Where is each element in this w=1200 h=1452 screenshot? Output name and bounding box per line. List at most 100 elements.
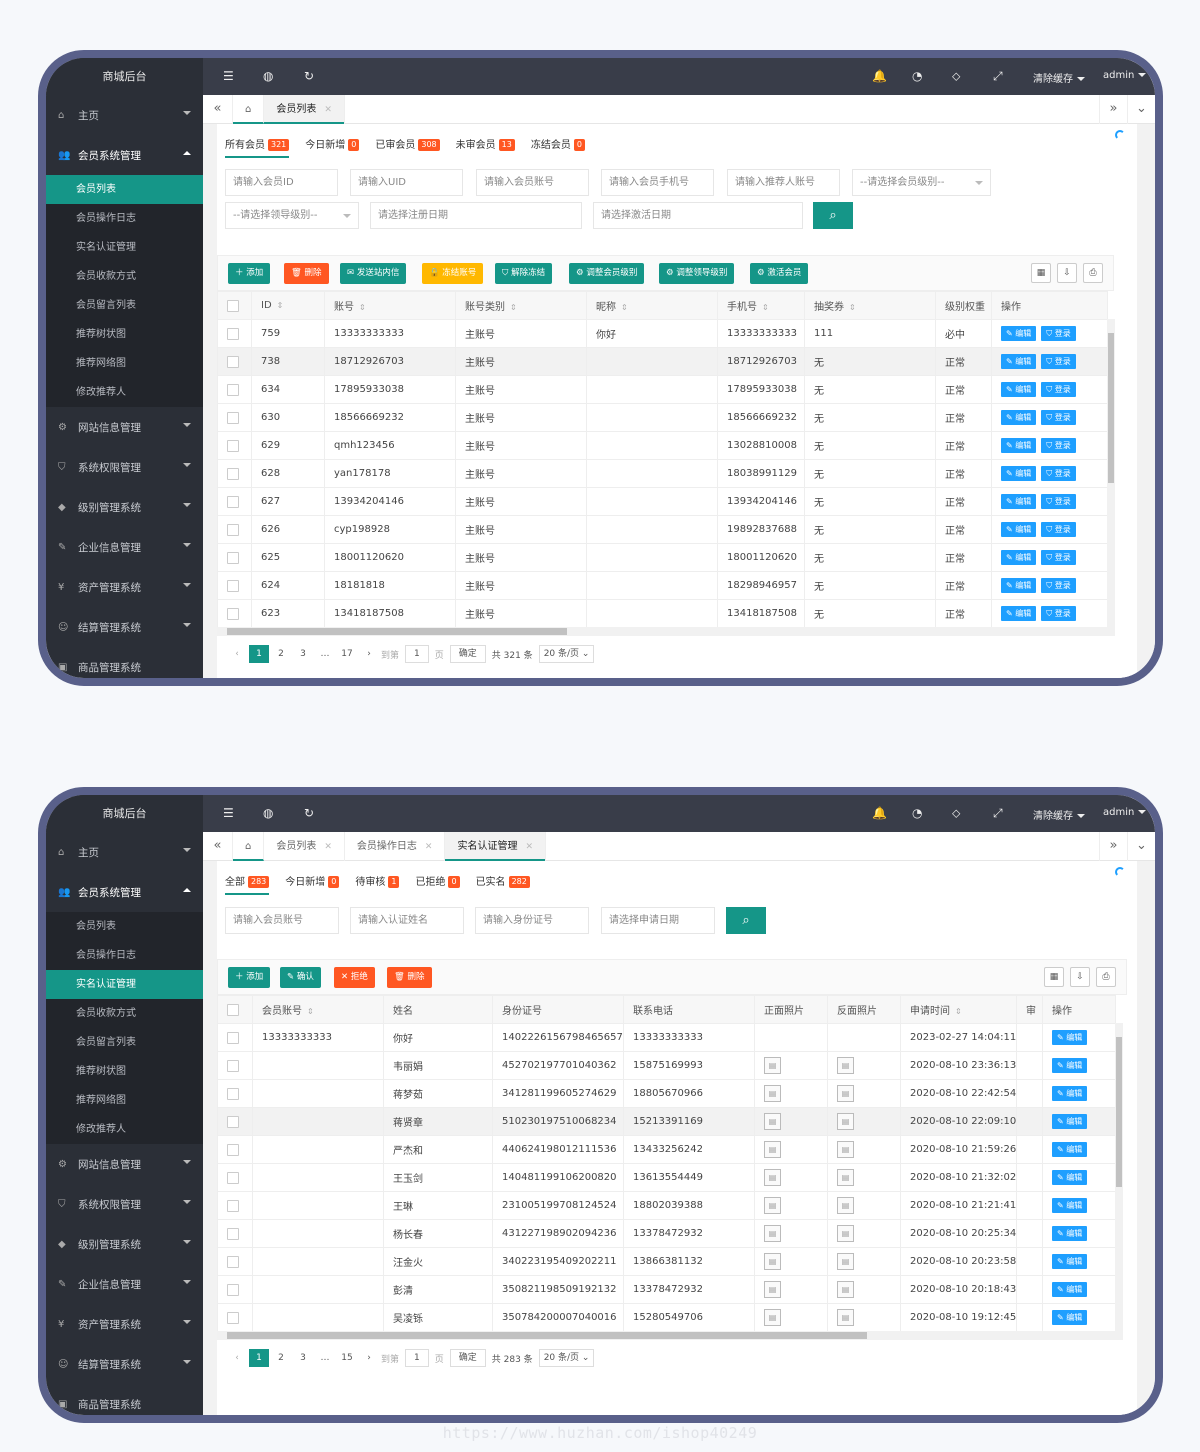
row-checkbox[interactable] bbox=[217, 1219, 253, 1248]
edit-button[interactable]: ✎ 编辑 bbox=[1001, 522, 1037, 537]
table-row[interactable]: 624 18181818 主账号 18298946957 无正常 ✎ 编辑 ⛉ 登录 bbox=[217, 571, 1108, 600]
sort-icon[interactable]: ⇕ bbox=[359, 303, 366, 312]
col-nickname[interactable]: 昵称 ⇕ bbox=[586, 291, 718, 320]
member-level-select[interactable]: --请选择会员级别-- bbox=[852, 169, 991, 196]
edit-button[interactable]: ✎ 编辑 bbox=[1001, 410, 1037, 425]
goto-confirm-button[interactable]: 确定 bbox=[449, 645, 486, 663]
tabs-menu-icon[interactable]: ⌄ bbox=[1127, 832, 1155, 861]
table-row[interactable]: 625 18001120620 主账号 18001120620 无正常 ✎ 编辑 ⛉ 登录 bbox=[217, 543, 1108, 572]
page-size-select[interactable]: 20 条/页 ⌄ bbox=[538, 1349, 595, 1367]
refresh-icon[interactable]: ↻ bbox=[304, 806, 314, 820]
stat-frozen[interactable]: 冻结会员 0 bbox=[531, 136, 585, 158]
globe-icon[interactable]: ◍ bbox=[263, 69, 273, 83]
image-placeholder-icon[interactable]: ▤ bbox=[837, 1113, 854, 1130]
scroll-thumb[interactable] bbox=[1116, 1037, 1122, 1187]
checkbox[interactable] bbox=[227, 1031, 239, 1044]
table-row[interactable]: 吴凌铄 350784200007040016 15280549706 ▤ ▤ 2020-0… bbox=[217, 1303, 1116, 1332]
image-placeholder-icon[interactable]: ▤ bbox=[764, 1281, 781, 1298]
checkbox[interactable] bbox=[227, 607, 239, 620]
submenu-messages[interactable]: 会员留言列表 bbox=[46, 291, 203, 320]
export-icon[interactable]: ⇩ bbox=[1057, 263, 1077, 283]
horizontal-scrollbar[interactable] bbox=[217, 1331, 1123, 1340]
add-button[interactable]: ＋ 添加 bbox=[228, 967, 271, 988]
menu-toggle-icon[interactable]: ☰ bbox=[223, 69, 234, 83]
menu-levels[interactable]: ◆ 级别管理系统 bbox=[46, 487, 203, 527]
edit-button[interactable]: ✎ 编辑 bbox=[1001, 326, 1037, 341]
submenu-payment[interactable]: 会员收款方式 bbox=[46, 262, 203, 291]
edit-button[interactable]: ✎ 编辑 bbox=[1052, 1058, 1088, 1073]
edit-button[interactable]: ✎ 编辑 bbox=[1001, 466, 1037, 481]
adjust-leader-level-button[interactable]: ⚙ 调整领导级别 bbox=[659, 263, 735, 284]
activate-member-button[interactable]: ⚙ 激活会员 bbox=[750, 263, 809, 284]
user-menu[interactable]: admin bbox=[1103, 70, 1147, 81]
tabs-next-icon[interactable]: » bbox=[1099, 95, 1127, 124]
uid-input[interactable]: 请输入UID bbox=[350, 169, 463, 196]
image-placeholder-icon[interactable]: ▤ bbox=[764, 1085, 781, 1102]
phone-input[interactable]: 请输入会员手机号 bbox=[601, 169, 714, 196]
menu-settlement[interactable]: ☺ 结算管理系统 bbox=[46, 1344, 203, 1384]
tab-realname[interactable]: 实名认证管理 ✕ bbox=[445, 831, 546, 861]
image-placeholder-icon[interactable]: ▤ bbox=[764, 1309, 781, 1326]
table-row[interactable]: 738 18712926703 主账号 18712926703 无正常 ✎ 编辑 ⛉ 登录 bbox=[217, 347, 1108, 376]
row-checkbox[interactable] bbox=[217, 1303, 253, 1332]
image-placeholder-icon[interactable]: ▤ bbox=[764, 1225, 781, 1242]
image-placeholder-icon[interactable]: ▤ bbox=[764, 1057, 781, 1074]
reject-button[interactable]: ✕ 拒绝 bbox=[334, 967, 375, 988]
menu-toggle-icon[interactable]: ☰ bbox=[223, 806, 234, 820]
image-placeholder-icon[interactable]: ▤ bbox=[837, 1281, 854, 1298]
edit-button[interactable]: ✎ 编辑 bbox=[1052, 1310, 1088, 1325]
unfreeze-button[interactable]: ⛉ 解除冻结 bbox=[495, 263, 553, 284]
checkbox[interactable] bbox=[227, 1283, 239, 1296]
col-id[interactable]: ID ⇕ bbox=[251, 291, 325, 320]
table-row[interactable]: 王玉剑 140481199106200820 13613554449 ▤ ▤ 2020-0… bbox=[217, 1163, 1116, 1192]
menu-site-info[interactable]: ⚙ 网站信息管理 bbox=[46, 1144, 203, 1184]
stat-verified[interactable]: 已实名 282 bbox=[476, 873, 530, 895]
scroll-thumb[interactable] bbox=[227, 1332, 867, 1339]
login-button[interactable]: ⛉ 登录 bbox=[1041, 410, 1076, 425]
edit-button[interactable]: ✎ 编辑 bbox=[1052, 1282, 1088, 1297]
checkbox[interactable] bbox=[227, 1003, 239, 1016]
page-size-select[interactable]: 20 条/页 ⌄ bbox=[538, 645, 595, 663]
edit-button[interactable]: ✎ 编辑 bbox=[1001, 550, 1037, 565]
row-checkbox[interactable] bbox=[217, 1247, 253, 1276]
checkbox[interactable] bbox=[227, 495, 239, 508]
submenu-network[interactable]: 推荐网络图 bbox=[46, 1086, 203, 1115]
table-row[interactable]: 628 yan178178 主账号 18038991129 无正常 ✎ 编辑 ⛉ 登录 bbox=[217, 459, 1108, 488]
checkbox[interactable] bbox=[227, 1115, 239, 1128]
palette-icon[interactable]: ◔ bbox=[912, 69, 922, 83]
col-lottery[interactable]: 抽奖券 ⇕ bbox=[804, 291, 936, 320]
idcard-input[interactable]: 请输入身份证号 bbox=[475, 907, 589, 934]
page-2[interactable]: 2 bbox=[271, 1349, 291, 1367]
send-message-button[interactable]: ✉ 发送站内信 bbox=[340, 263, 407, 284]
edit-button[interactable]: ✎ 编辑 bbox=[1001, 382, 1037, 397]
edit-button[interactable]: ✎ 编辑 bbox=[1001, 578, 1037, 593]
row-checkbox[interactable] bbox=[217, 1275, 253, 1304]
horizontal-scrollbar[interactable] bbox=[217, 627, 1115, 636]
stat-rejected[interactable]: 已拒绝 0 bbox=[415, 873, 460, 895]
image-placeholder-icon[interactable]: ▤ bbox=[837, 1085, 854, 1102]
table-row[interactable]: 759 13333333333 主账号 你好 13333333333 111 必中 ✎ 编辑 ⛉… bbox=[217, 319, 1108, 348]
image-placeholder-icon[interactable]: ▤ bbox=[764, 1197, 781, 1214]
table-row[interactable]: 蒋贤章 510230197510068234 15213391169 ▤ ▤ 2020-0… bbox=[217, 1107, 1116, 1136]
close-icon[interactable]: ✕ bbox=[324, 842, 332, 852]
image-placeholder-icon[interactable]: ▤ bbox=[837, 1169, 854, 1186]
row-checkbox[interactable] bbox=[217, 347, 252, 376]
login-button[interactable]: ⛉ 登录 bbox=[1041, 550, 1076, 565]
tabs-next-icon[interactable]: » bbox=[1099, 832, 1127, 861]
image-placeholder-icon[interactable]: ▤ bbox=[837, 1141, 854, 1158]
palette-icon[interactable]: ◔ bbox=[912, 806, 922, 820]
submenu-messages[interactable]: 会员留言列表 bbox=[46, 1028, 203, 1057]
vertical-scrollbar[interactable] bbox=[1107, 319, 1115, 627]
menu-home[interactable]: ⌂ 主页 bbox=[46, 95, 203, 135]
header-checkbox[interactable] bbox=[217, 995, 253, 1024]
menu-home[interactable]: ⌂ 主页 bbox=[46, 832, 203, 872]
header-checkbox[interactable] bbox=[217, 291, 252, 320]
edit-button[interactable]: ✎ 编辑 bbox=[1052, 1198, 1088, 1213]
row-checkbox[interactable] bbox=[217, 459, 252, 488]
stat-all-members[interactable]: 所有会员 321 bbox=[225, 136, 290, 158]
tab-home-icon[interactable]: ⌂ bbox=[233, 94, 265, 124]
table-row[interactable]: 严杰和 440624198012111536 13433256242 ▤ ▤ 2020-0… bbox=[217, 1135, 1116, 1164]
row-checkbox[interactable] bbox=[217, 515, 252, 544]
close-icon[interactable]: ✕ bbox=[324, 105, 332, 115]
menu-products[interactable]: ▣ 商品管理系统 bbox=[46, 647, 203, 678]
